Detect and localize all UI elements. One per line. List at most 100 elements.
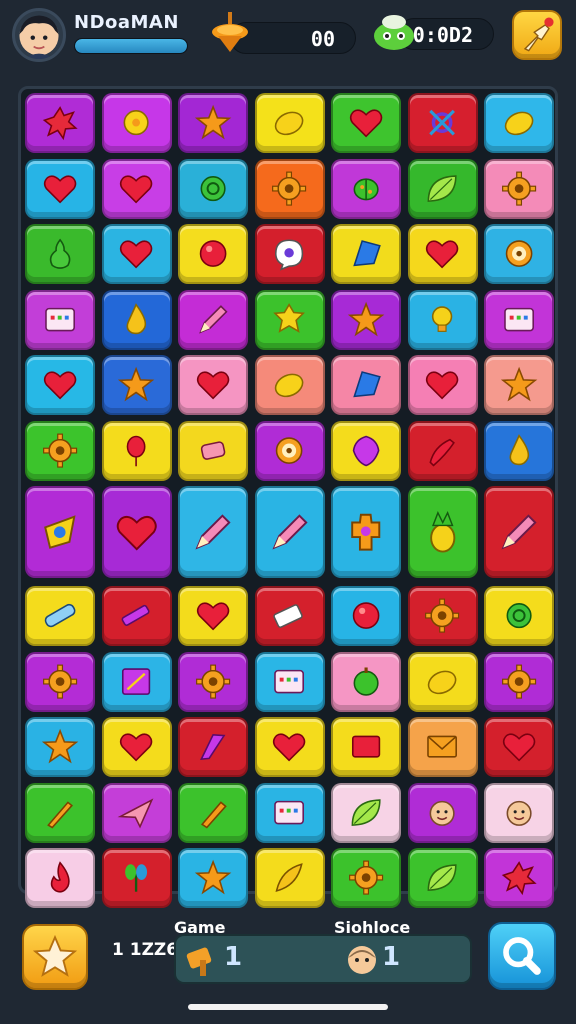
- board-tile[interactable]: [331, 782, 401, 843]
- board-tile[interactable]: [254, 848, 325, 908]
- board-tile[interactable]: [331, 486, 401, 578]
- board-tile[interactable]: [484, 420, 554, 481]
- board-tile[interactable]: [178, 848, 248, 908]
- board-tile[interactable]: [178, 224, 248, 284]
- board-tile[interactable]: [101, 158, 172, 219]
- board-tile[interactable]: [101, 93, 172, 153]
- board-tile[interactable]: [178, 420, 248, 481]
- board-tile[interactable]: [254, 93, 325, 153]
- board-tile[interactable]: [407, 651, 478, 712]
- board-tile[interactable]: [25, 224, 95, 284]
- board-tile[interactable]: [407, 782, 478, 843]
- board-tile[interactable]: [101, 420, 172, 481]
- board-tile[interactable]: [407, 289, 478, 350]
- board-tile[interactable]: [25, 93, 95, 153]
- board-tile[interactable]: [178, 289, 248, 350]
- board-tile[interactable]: [331, 848, 401, 908]
- board-tile[interactable]: [101, 848, 172, 908]
- board-tile[interactable]: [484, 586, 554, 646]
- board-tile[interactable]: [254, 289, 325, 350]
- board-tile[interactable]: [331, 93, 401, 153]
- board-tile[interactable]: [25, 420, 95, 481]
- gear-icon: [425, 598, 460, 634]
- board-tile[interactable]: [484, 848, 554, 908]
- wing-icon: [199, 734, 226, 761]
- board-tile[interactable]: [484, 486, 554, 578]
- board-tile[interactable]: [407, 586, 478, 646]
- board-tile[interactable]: [484, 355, 554, 415]
- board-tile[interactable]: [25, 355, 95, 415]
- player-avatar[interactable]: [12, 8, 66, 62]
- board-tile[interactable]: [101, 717, 172, 777]
- board-tile[interactable]: [331, 224, 401, 284]
- board-tile[interactable]: [331, 289, 401, 350]
- board-tile[interactable]: [254, 651, 325, 712]
- board-tile[interactable]: [254, 158, 325, 219]
- board-tile[interactable]: [331, 586, 401, 646]
- board-tile[interactable]: [25, 289, 95, 350]
- board-tile[interactable]: [254, 717, 325, 777]
- hammer-count: 1: [224, 942, 243, 972]
- board-tile[interactable]: [484, 224, 554, 284]
- board-tile[interactable]: [25, 586, 95, 646]
- board-tile[interactable]: [331, 355, 401, 415]
- board-tile[interactable]: [101, 586, 172, 646]
- board-tile[interactable]: [407, 848, 478, 908]
- board-tile[interactable]: [25, 158, 95, 219]
- hint-pointer-button[interactable]: [512, 10, 562, 60]
- board-tile[interactable]: [331, 420, 401, 481]
- board-tile[interactable]: [254, 782, 325, 843]
- board-tile[interactable]: [101, 651, 172, 712]
- board-tile[interactable]: [484, 782, 554, 843]
- crystal-icon: [353, 240, 381, 267]
- board-tile[interactable]: [25, 651, 95, 712]
- board-tile[interactable]: [25, 782, 95, 843]
- board-tile[interactable]: [178, 717, 248, 777]
- search-button[interactable]: [488, 922, 556, 990]
- board-tile[interactable]: [178, 651, 248, 712]
- hammer-booster-icon[interactable]: [182, 940, 222, 980]
- star-icon: [347, 301, 385, 337]
- board-tile[interactable]: [484, 289, 554, 350]
- board-tile[interactable]: [178, 782, 248, 843]
- board-tile[interactable]: [407, 355, 478, 415]
- splat-icon: [501, 861, 537, 896]
- board-tile[interactable]: [407, 420, 478, 481]
- board-tile[interactable]: [407, 93, 478, 153]
- board-tile[interactable]: [331, 158, 401, 219]
- star-booster-button[interactable]: [22, 924, 88, 990]
- home-indicator[interactable]: [188, 1004, 388, 1010]
- board-tile[interactable]: [25, 486, 95, 578]
- board-tile[interactable]: [484, 93, 554, 153]
- board-tile[interactable]: [254, 486, 325, 578]
- board-tile[interactable]: [484, 651, 554, 712]
- board-tile[interactable]: [178, 355, 248, 415]
- board-tile[interactable]: [254, 224, 325, 284]
- envelope-icon: [427, 736, 458, 758]
- board-tile[interactable]: [25, 848, 95, 908]
- face-icon: [506, 800, 532, 826]
- board-tile[interactable]: [101, 486, 172, 578]
- board-tile[interactable]: [407, 717, 478, 777]
- board-tile[interactable]: [407, 224, 478, 284]
- board-tile[interactable]: [254, 586, 325, 646]
- board-tile[interactable]: [254, 355, 325, 415]
- board-tile[interactable]: [331, 651, 401, 712]
- board-tile[interactable]: [331, 717, 401, 777]
- board-tile[interactable]: [407, 486, 478, 578]
- board-tile[interactable]: [484, 158, 554, 219]
- board-tile[interactable]: [178, 486, 248, 578]
- board-tile[interactable]: [484, 717, 554, 777]
- board-tile[interactable]: [101, 224, 172, 284]
- board-tile[interactable]: [178, 158, 248, 219]
- board-tile[interactable]: [407, 158, 478, 219]
- board-tile[interactable]: [178, 93, 248, 153]
- board-tile[interactable]: [254, 420, 325, 481]
- board-tile[interactable]: [101, 782, 172, 843]
- board-tile[interactable]: [25, 717, 95, 777]
- drop-icon: [126, 303, 147, 335]
- board-tile[interactable]: [178, 586, 248, 646]
- board-tile[interactable]: [101, 355, 172, 415]
- face-booster-icon[interactable]: [342, 940, 382, 980]
- board-tile[interactable]: [101, 289, 172, 350]
